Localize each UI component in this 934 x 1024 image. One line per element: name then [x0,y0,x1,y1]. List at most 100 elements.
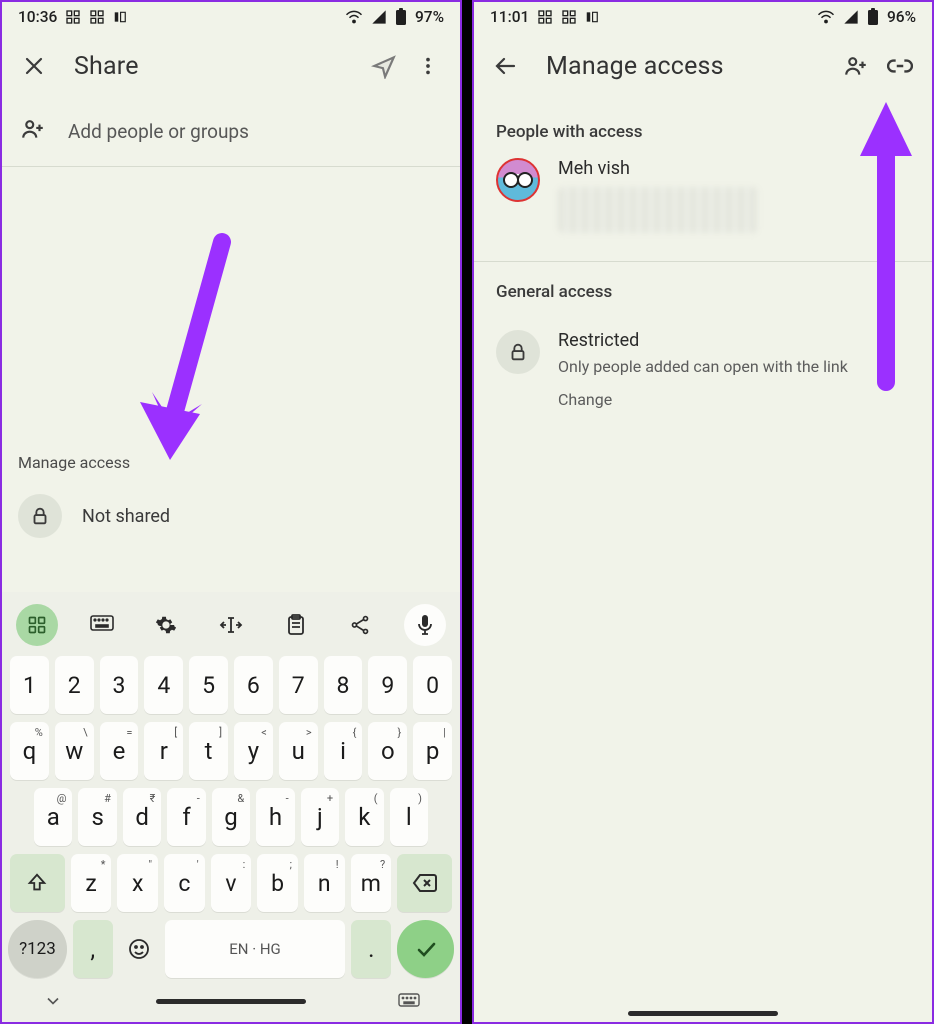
key-y[interactable]: y< [234,722,273,780]
restricted-row: Restricted Only people added can open wi… [474,312,932,419]
manage-header: Manage access [474,30,932,102]
key-symbols[interactable]: ?123 [8,920,67,978]
screenshot-left: 10:36 97% Share Manage access [0,0,462,1024]
avatar [496,158,540,202]
key-k[interactable]: k( [345,788,383,846]
gear-icon[interactable] [145,604,187,646]
not-shared-row[interactable]: Not shared [2,472,460,552]
key-c[interactable]: c' [164,854,205,912]
battery-icon [867,8,879,26]
status-icon [537,9,553,25]
key-j[interactable]: j+ [301,788,339,846]
key-a[interactable]: a@ [34,788,72,846]
more-icon[interactable] [406,44,450,88]
home-pill[interactable] [628,1011,778,1016]
back-icon[interactable] [484,44,528,88]
key-o[interactable]: o} [368,722,407,780]
share-icon[interactable] [339,604,381,646]
link-icon[interactable] [878,44,922,88]
person-add-icon [20,116,46,146]
key-v[interactable]: v: [211,854,252,912]
key-2[interactable]: 2 [55,656,94,714]
person-name: Meh vish [558,158,758,179]
key-7[interactable]: 7 [279,656,318,714]
add-people-row [2,102,460,160]
signal-icon [371,9,387,25]
panel-divider [462,0,472,1024]
key-g[interactable]: g& [212,788,250,846]
keyboard-apps-icon[interactable] [16,604,58,646]
redacted-info [558,187,758,233]
keyboard-switch-icon[interactable] [396,988,422,1014]
key-l[interactable]: l) [390,788,428,846]
key-x[interactable]: x" [117,854,158,912]
key-p[interactable]: p| [413,722,452,780]
wifi-icon [817,8,835,26]
key-h[interactable]: h- [256,788,294,846]
change-link[interactable]: Change [558,390,848,409]
annotation-arrow [112,232,252,472]
restricted-title: Restricted [558,330,848,351]
status-time: 11:01 [490,8,529,26]
status-icon [89,9,105,25]
page-title: Manage access [546,52,834,81]
key-3[interactable]: 3 [100,656,139,714]
status-icon [113,10,127,24]
close-icon[interactable] [12,44,56,88]
key-8[interactable]: 8 [324,656,363,714]
wifi-icon [345,8,363,26]
key-period[interactable]: . [351,920,391,978]
signal-icon [843,9,859,25]
status-icon [561,9,577,25]
status-bar: 11:01 96% [474,2,932,30]
key-t[interactable]: t] [189,722,228,780]
home-pill[interactable] [156,999,306,1004]
manage-access-label: Manage access [2,453,460,472]
key-m[interactable]: m? [351,854,392,912]
key-s[interactable]: s# [78,788,116,846]
status-icon [65,9,81,25]
key-f[interactable]: f- [167,788,205,846]
key-w[interactable]: w\ [55,722,94,780]
screenshot-right: 11:01 96% Manage access People with acce… [472,0,934,1024]
text-select-icon[interactable] [210,604,252,646]
battery-text: 96% [887,8,916,26]
key-z[interactable]: z* [71,854,112,912]
person-row[interactable]: Meh vish [474,152,932,261]
key-r[interactable]: r[ [144,722,183,780]
send-icon[interactable] [362,44,406,88]
keyboard: 1234567890 q%w\e=r[t]y<u>i{o}p| a@s#d₹f-… [2,592,460,1022]
key-comma[interactable]: , [73,920,113,978]
person-add-icon[interactable] [834,44,878,88]
key-d[interactable]: d₹ [123,788,161,846]
key-space[interactable]: EN · HG [165,920,346,978]
nav-bar [8,978,454,1018]
key-5[interactable]: 5 [189,656,228,714]
key-emoji[interactable] [119,920,159,978]
key-u[interactable]: u> [279,722,318,780]
key-enter[interactable] [397,920,454,978]
key-1[interactable]: 1 [10,656,49,714]
clipboard-icon[interactable] [275,604,317,646]
key-9[interactable]: 9 [368,656,407,714]
key-e[interactable]: e= [100,722,139,780]
general-heading: General access [474,262,932,312]
key-backspace[interactable] [397,854,452,912]
chevron-down-icon[interactable] [40,988,66,1014]
key-b[interactable]: b; [257,854,298,912]
key-n[interactable]: n! [304,854,345,912]
key-i[interactable]: i{ [324,722,363,780]
people-heading: People with access [474,102,932,152]
share-header: Share [2,30,460,102]
nav-bar [474,1011,932,1016]
not-shared-text: Not shared [82,506,170,527]
keyboard-layout-icon[interactable] [81,604,123,646]
key-q[interactable]: q% [10,722,49,780]
status-bar: 10:36 97% [2,2,460,30]
key-4[interactable]: 4 [144,656,183,714]
add-people-input[interactable] [68,120,442,143]
key-6[interactable]: 6 [234,656,273,714]
key-0[interactable]: 0 [413,656,452,714]
key-shift[interactable] [10,854,65,912]
mic-icon[interactable] [404,604,446,646]
